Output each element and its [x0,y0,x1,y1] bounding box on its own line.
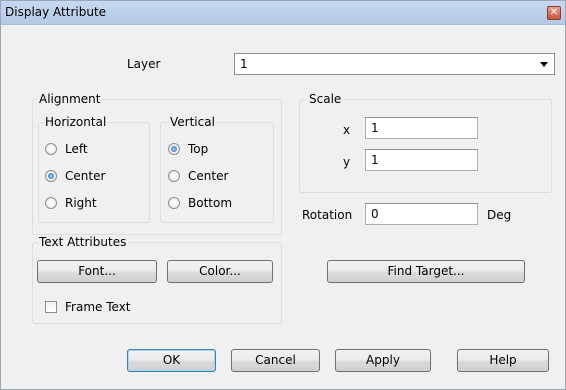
horizontal-center-option[interactable]: Center [45,169,105,183]
horizontal-right-label: Right [65,196,97,210]
vertical-top-label: Top [188,142,209,156]
cancel-button[interactable]: Cancel [231,349,320,372]
horizontal-group-title: Horizontal [43,115,109,129]
rotation-unit-label: Deg [487,208,512,222]
vertical-bottom-option[interactable]: Bottom [168,196,232,210]
chevron-down-icon[interactable] [540,62,548,67]
radio-selected-icon[interactable] [168,143,180,155]
vertical-center-option[interactable]: Center [168,169,228,183]
apply-button[interactable]: Apply [335,349,431,372]
frame-text-option[interactable]: Frame Text [45,300,130,314]
title-bar[interactable]: Display Attribute ✕ [1,1,565,25]
font-button[interactable]: Font... [37,260,157,283]
horizontal-left-label: Left [65,142,88,156]
horizontal-left-option[interactable]: Left [45,142,88,156]
layer-select-value: 1 [240,57,248,71]
vertical-top-option[interactable]: Top [168,142,208,156]
layer-label: Layer [127,57,161,71]
find-target-button[interactable]: Find Target... [327,260,525,283]
frame-text-label: Frame Text [65,300,131,314]
scale-y-input[interactable]: 1 [365,149,478,171]
ok-button[interactable]: OK [127,349,216,372]
scale-group [299,99,552,193]
scale-x-label: x [343,123,351,137]
vertical-bottom-label: Bottom [188,196,233,210]
horizontal-right-option[interactable]: Right [45,196,97,210]
help-button[interactable]: Help [457,349,549,372]
checkbox-icon[interactable] [45,301,57,313]
scale-x-input[interactable]: 1 [365,117,478,139]
radio-icon[interactable] [168,197,180,209]
window-title: Display Attribute [5,5,107,19]
alignment-group-title: Alignment [37,92,103,106]
radio-icon[interactable] [168,170,180,182]
color-button[interactable]: Color... [167,260,273,283]
radio-icon[interactable] [45,143,57,155]
close-icon[interactable]: ✕ [547,6,561,20]
radio-icon[interactable] [45,197,57,209]
scale-y-label: y [343,155,351,169]
horizontal-center-label: Center [65,169,106,183]
vertical-center-label: Center [188,169,229,183]
dialog-window: Display Attribute ✕ Layer 1 Alignment Ho… [0,0,566,390]
vertical-group-title: Vertical [168,115,217,129]
rotation-label: Rotation [302,208,353,222]
scale-group-title: Scale [307,92,344,106]
text-attributes-group-title: Text Attributes [37,235,129,249]
rotation-input[interactable]: 0 [365,203,478,225]
radio-selected-icon[interactable] [45,170,57,182]
layer-select[interactable]: 1 [234,53,555,75]
